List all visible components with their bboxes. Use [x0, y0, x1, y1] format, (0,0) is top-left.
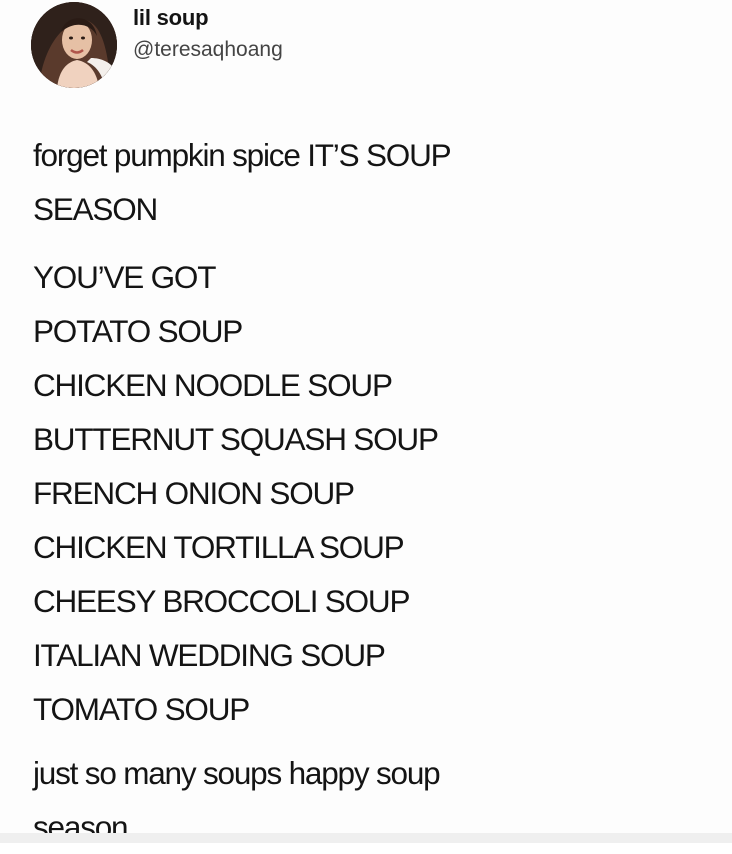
list-line: CHEESY BROCCOLI SOUP — [33, 583, 410, 619]
list-line: TOMATO SOUP — [33, 691, 250, 727]
list-line: POTATO SOUP — [33, 313, 243, 349]
user-handle[interactable]: @teresaqhoang — [133, 36, 283, 64]
list-line: ITALIAN WEDDING SOUP — [33, 637, 386, 673]
list-line: FRENCH ONION SOUP — [33, 475, 355, 511]
tweet-header: lil soup @teresaqhoang — [133, 4, 283, 64]
list-line: CHICKEN NOODLE SOUP — [33, 367, 393, 403]
list-line: BUTTERNUT SQUASH SOUP — [33, 421, 439, 457]
list-line: CHICKEN TORTILLA SOUP — [33, 529, 405, 565]
avatar[interactable] — [31, 2, 117, 88]
intro-line: SEASON — [33, 191, 158, 227]
display-name[interactable]: lil soup — [133, 4, 283, 32]
intro-line: forget pumpkin spice IT’S SOUP — [33, 137, 452, 173]
outro-line: season — [33, 809, 129, 845]
list-line: YOU’VE GOT — [33, 259, 216, 295]
tweet-text: forget pumpkin spice IT’S SOUP SEASON YO… — [33, 128, 723, 854]
avatar-image — [31, 2, 117, 88]
outro-line: just so many soups happy soup — [33, 755, 441, 791]
tweet-card: lil soup @teresaqhoang forget pumpkin sp… — [0, 0, 732, 845]
